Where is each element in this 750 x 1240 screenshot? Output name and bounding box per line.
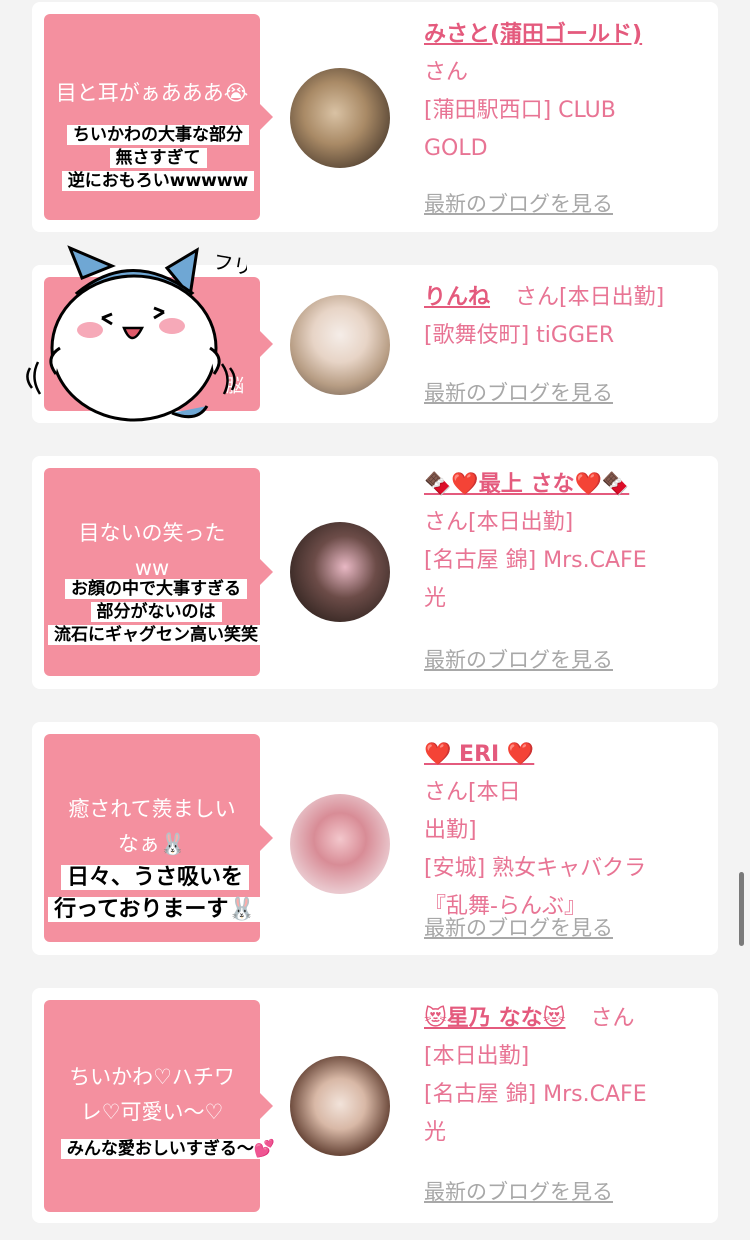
honorific: さん (424, 60, 469, 85)
girl-info: ❤️ ERI ❤️ さん[本日 出勤] [安城] 熟女キャバクラ 『乱舞-らんぶ… (424, 736, 714, 940)
reply-line: 日々、うさ吸いを (60, 865, 249, 890)
shop-info: さん[本日出勤] (424, 510, 574, 535)
avatar[interactable] (290, 794, 390, 894)
motion-lines (220, 363, 236, 395)
name-line: 🍫❤️最上 さな❤️🍫 (424, 466, 714, 504)
reply-caption: みんな愛おしいすぎる〜💕 (36, 1138, 306, 1161)
reply-caption: ちいかわの大事な部分 無さすぎて 逆におもろいwwwww (38, 124, 278, 193)
reply-line: みんな愛おしいすぎる〜💕 (60, 1139, 282, 1159)
comment-text: 目ないの笑った ww (78, 521, 226, 580)
reply-line: 行っておりまーす🐰 (48, 897, 262, 922)
name-line: りんね さん[本日出勤] (424, 279, 714, 317)
latest-blog-link[interactable]: 最新のブログを見る (424, 1176, 613, 1206)
reply-line: ちいかわの大事な部分 (67, 125, 249, 145)
scrollbar[interactable] (739, 872, 744, 946)
honorific: さん[本日出勤] (515, 285, 665, 310)
mascot-cheek (77, 322, 103, 338)
blog-card: 目と耳がぁあああ😭 ちいかわの大事な部分 無さすぎて 逆におもろいwwwww み… (32, 2, 718, 232)
shop-info: [名古屋 錦] Mrs.CAFE 光 (424, 548, 647, 611)
comment-text: ちいかわ♡ハチワ レ♡可愛い〜♡ (69, 1065, 235, 1124)
chiikawa-sticker: フリフリ (26, 245, 247, 422)
mascot-body (50, 274, 218, 422)
girl-info: りんね さん[本日出勤] [歌舞伎町] tiGGER 最新のブログを見る (424, 279, 714, 405)
latest-blog-link[interactable]: 最新のブログを見る (424, 644, 613, 674)
reply-line: 部分がないのは (90, 602, 222, 622)
comment-text: 目と耳がぁあああ😭 (55, 81, 249, 105)
blog-card: ちいかわ♡ハチワ レ♡可愛い〜♡ みんな愛おしいすぎる〜💕 😻星乃 なな😻 さん… (32, 988, 718, 1223)
sticker-text: フリフリ (211, 249, 247, 287)
avatar[interactable] (290, 1056, 390, 1156)
girl-name-link[interactable]: 🍫❤️最上 さな❤️🍫 (424, 472, 629, 497)
latest-blog-link[interactable]: 最新のブログを見る (424, 912, 613, 942)
comment-bubble: ちいかわ♡ハチワ レ♡可愛い〜♡ (44, 1000, 273, 1212)
girl-name-link[interactable]: りんね (424, 285, 490, 310)
motion-lines (26, 361, 42, 395)
reply-line: お顔の中で大事すぎる (65, 579, 247, 599)
girl-info: 🍫❤️最上 さな❤️🍫 さん[本日出勤] [名古屋 錦] Mrs.CAFE 光 … (424, 466, 714, 672)
name-line: 😻星乃 なな😻 さん (424, 1000, 714, 1038)
shop-info: [歌舞伎町] tiGGER (424, 323, 615, 348)
avatar[interactable] (290, 522, 390, 622)
girl-name-link[interactable]: みさと(蒲田ゴールド) (424, 22, 642, 47)
girl-info: 😻星乃 なな😻 さん [本日出勤] [名古屋 錦] Mrs.CAFE 光 最新の… (424, 1000, 714, 1204)
avatar[interactable] (290, 295, 390, 395)
girl-name-link[interactable]: 😻星乃 なな😻 (424, 1006, 566, 1031)
reply-caption: 日々、うさ吸いを 行っておりまーす🐰 (40, 862, 270, 926)
girl-name-link[interactable]: ❤️ ERI ❤️ (424, 742, 534, 767)
latest-blog-link[interactable]: 最新のブログを見る (424, 377, 613, 407)
blog-card: 目ないの笑った ww お顔の中で大事すぎる 部分がないのは 流石にギャグセン高い… (32, 456, 718, 689)
shop-info: さん[本日 出勤] (424, 780, 521, 843)
name-line: ❤️ ERI ❤️ (424, 736, 714, 774)
reply-line: 無さすぎて (109, 148, 207, 168)
mascot-ear (67, 245, 116, 280)
shop-info: [蒲田駅西口] CLUB GOLD (424, 98, 616, 161)
reply-line: 逆におもろいwwwww (61, 171, 255, 191)
mascot-cheek (159, 318, 185, 334)
girl-info: みさと(蒲田ゴールド) さん [蒲田駅西口] CLUB GOLD 最新のブログを… (424, 16, 714, 216)
shop-info: [本日出勤] [名古屋 錦] Mrs.CAFE 光 (424, 1044, 647, 1145)
reply-line: 流石にギャグセン高い笑笑 (48, 625, 264, 645)
reply-caption: お顔の中で大事すぎる 部分がないのは 流石にギャグセン高い笑笑 (18, 578, 294, 647)
comment-text: 癒されて羨ましい なぁ🐰 (68, 797, 236, 856)
blog-card: 癒されて羨ましい なぁ🐰 日々、うさ吸いを 行っておりまーす🐰 ❤️ ERI ❤… (32, 722, 718, 955)
avatar[interactable] (290, 68, 390, 168)
latest-blog-link[interactable]: 最新のブログを見る (424, 188, 613, 218)
honorific: さん (590, 1006, 635, 1031)
name-line: みさと(蒲田ゴールド) (424, 16, 714, 54)
